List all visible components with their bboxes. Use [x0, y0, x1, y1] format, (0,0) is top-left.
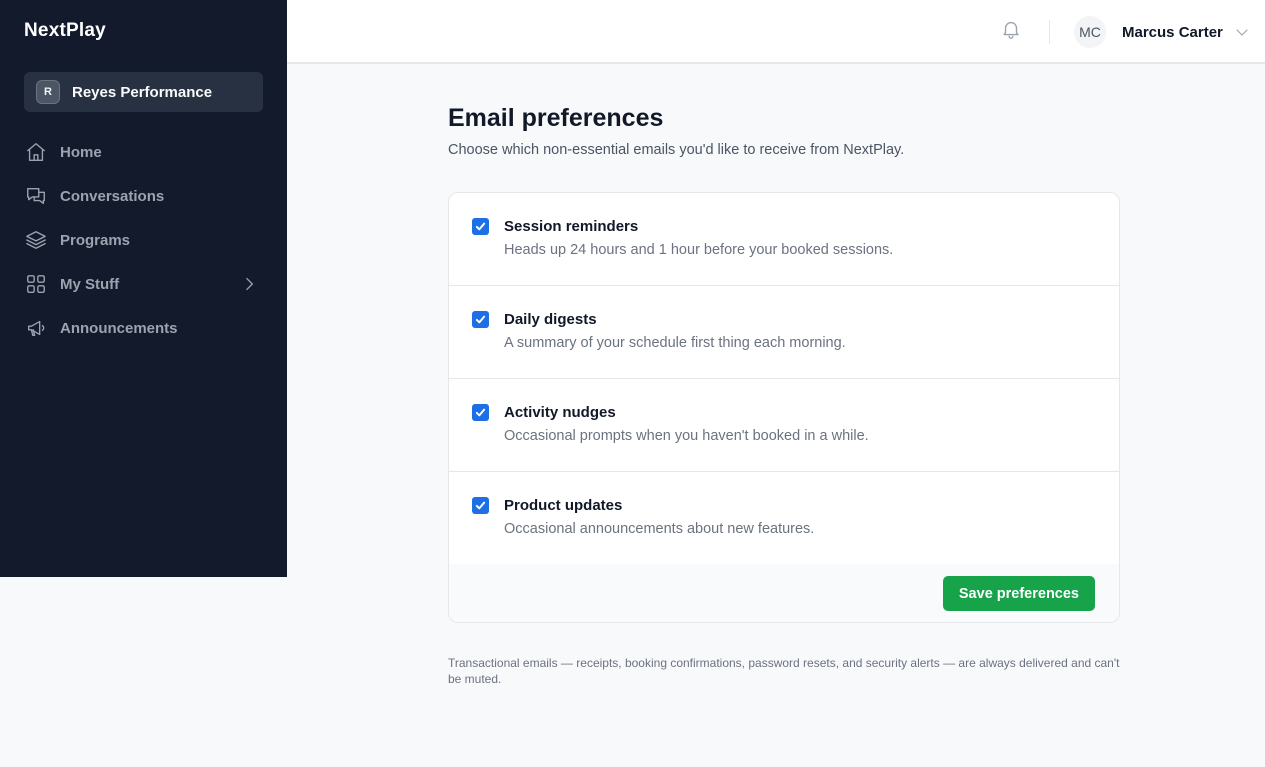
preferences-card: Session reminders Heads up 24 hours and … — [448, 192, 1120, 623]
sidebar-item-label: My Stuff — [60, 275, 120, 293]
chevron-right-icon — [239, 274, 259, 294]
preference-description: Occasional announcements about new featu… — [504, 521, 815, 537]
preference-title[interactable]: Session reminders — [504, 218, 638, 235]
save-preferences-button[interactable]: Save preferences — [942, 576, 1095, 611]
activity-nudges-checkbox[interactable] — [472, 404, 489, 421]
sidebar-item-programs[interactable]: Programs — [24, 218, 263, 262]
transactional-email-note: Transactional emails — receipts, booking… — [448, 656, 1120, 686]
org-name: Reyes Performance — [72, 83, 213, 101]
user-menu[interactable]: MC Marcus Carter — [1074, 16, 1251, 48]
org-switcher[interactable]: R Reyes Performance — [24, 72, 263, 112]
preference-title[interactable]: Activity nudges — [504, 404, 616, 421]
bell-icon[interactable] — [1000, 18, 1024, 42]
chevron-down-icon — [1233, 23, 1251, 41]
preference-description: A summary of your schedule first thing e… — [504, 335, 846, 351]
top-bar: MC Marcus Carter — [287, 0, 1265, 64]
preference-description: Occasional prompts when you haven't book… — [504, 428, 869, 444]
card-footer: Save preferences — [449, 564, 1119, 622]
sidebar-item-conversations[interactable]: Conversations — [24, 174, 263, 218]
preference-row-product-updates: Product updates Occasional announcements… — [449, 472, 1119, 565]
chat-bubbles-icon — [24, 184, 48, 208]
checkmark-icon — [475, 501, 486, 510]
preference-title[interactable]: Daily digests — [504, 311, 597, 328]
preference-row-session-reminders: Session reminders Heads up 24 hours and … — [449, 193, 1119, 286]
org-badge: R — [36, 80, 60, 104]
checkmark-icon — [475, 222, 486, 231]
session-reminders-checkbox[interactable] — [472, 218, 489, 235]
sidebar-item-label: Programs — [60, 231, 131, 249]
grid-icon — [24, 272, 48, 296]
layers-icon — [24, 228, 48, 252]
avatar: MC — [1074, 16, 1106, 48]
daily-digests-checkbox[interactable] — [472, 311, 489, 328]
home-icon — [24, 140, 48, 164]
sidebar: NextPlay R Reyes Performance Home Conver… — [0, 0, 287, 577]
sidebar-item-home[interactable]: Home — [24, 130, 263, 174]
header-divider — [1049, 20, 1050, 44]
preference-description: Heads up 24 hours and 1 hour before your… — [504, 242, 894, 258]
sidebar-item-label: Conversations — [60, 187, 165, 205]
preference-row-activity-nudges: Activity nudges Occasional prompts when … — [449, 379, 1119, 472]
page-title: Email preferences — [448, 104, 664, 132]
product-updates-checkbox[interactable] — [472, 497, 489, 514]
megaphone-icon — [24, 316, 48, 340]
preference-title[interactable]: Product updates — [504, 497, 622, 514]
sidebar-item-label: Announcements — [60, 319, 178, 337]
checkmark-icon — [475, 408, 486, 417]
sidebar-item-label: Home — [60, 143, 102, 161]
user-name: Marcus Carter — [1122, 23, 1223, 41]
brand-logo-text[interactable]: NextPlay — [24, 20, 106, 42]
page-subtitle: Choose which non-essential emails you'd … — [448, 142, 905, 158]
checkmark-icon — [475, 315, 486, 324]
preference-row-daily-digests: Daily digests A summary of your schedule… — [449, 286, 1119, 379]
sidebar-item-announcements[interactable]: Announcements — [24, 306, 263, 350]
sidebar-nav: Home Conversations Programs My Stuff Ann… — [24, 130, 263, 350]
sidebar-item-my-stuff[interactable]: My Stuff — [24, 262, 263, 306]
